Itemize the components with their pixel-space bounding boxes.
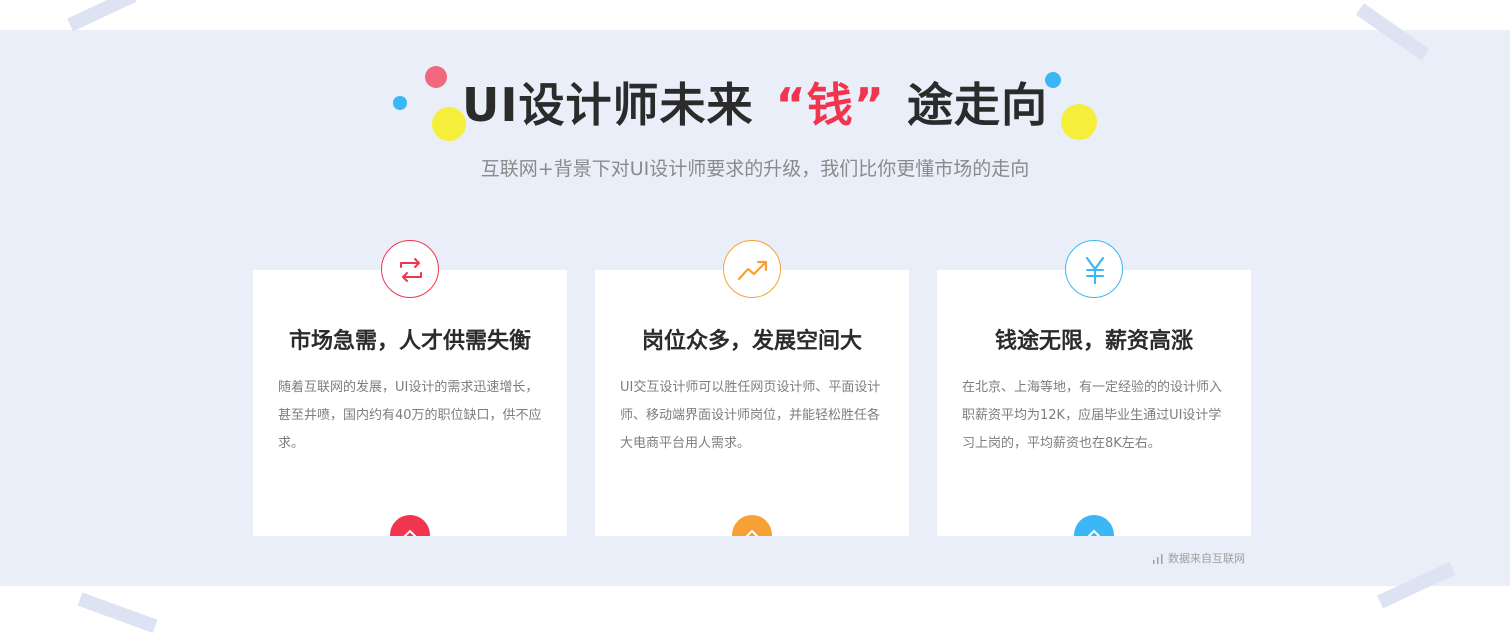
page-title: UI设计师未来 “钱” 途走向 <box>0 72 1510 138</box>
yen-icon <box>1065 240 1123 298</box>
chevron-up-icon <box>745 529 759 536</box>
decor-line-bottom-left <box>77 592 158 633</box>
expand-up-button[interactable] <box>1074 515 1114 536</box>
card-title: 岗位众多，发展空间大 <box>641 329 862 354</box>
trend-up-icon <box>723 240 781 298</box>
title-prefix: UI设计师未来 <box>462 78 754 132</box>
decor-line-top-left <box>67 0 137 32</box>
title-suffix: 途走向 <box>906 78 1048 132</box>
chevron-up-icon <box>1087 529 1101 536</box>
data-source-note: 数据来自互联网 <box>1152 551 1245 567</box>
data-source-text: 数据来自互联网 <box>1168 552 1245 565</box>
title-highlight: “钱” <box>775 78 885 132</box>
expand-up-button[interactable] <box>390 515 430 536</box>
card-description: UI交互设计师可以胜任网页设计师、平面设计师、移动端界面设计师岗位，并能轻松胜任… <box>620 380 881 451</box>
feature-card-salary: 钱途无限，薪资高涨 在北京、上海等地，有一定经验的的设计师入职薪资平均为12K，… <box>937 270 1251 536</box>
card-description: 在北京、上海等地，有一定经验的的设计师入职薪资平均为12K，应届毕业生通过UI设… <box>962 380 1223 451</box>
page-subtitle: 互联网+背景下对UI设计师要求的升级，我们比你更懂市场的走向 <box>480 158 1030 180</box>
bar-chart-icon <box>1153 554 1163 564</box>
feature-card-market: 市场急需，人才供需失衡 随着互联网的发展，UI设计的需求迅速增长，甚至井喷，国内… <box>253 270 567 536</box>
expand-up-button[interactable] <box>732 515 772 536</box>
feature-card-positions: 岗位众多，发展空间大 UI交互设计师可以胜任网页设计师、平面设计师、移动端界面设… <box>595 270 909 536</box>
card-description: 随着互联网的发展，UI设计的需求迅速增长，甚至井喷，国内约有40万的职位缺口，供… <box>278 380 542 451</box>
chevron-up-icon <box>403 529 417 536</box>
card-title: 钱途无限，薪资高涨 <box>994 329 1193 354</box>
exchange-arrows-icon <box>381 240 439 298</box>
card-title: 市场急需，人才供需失衡 <box>288 329 531 354</box>
